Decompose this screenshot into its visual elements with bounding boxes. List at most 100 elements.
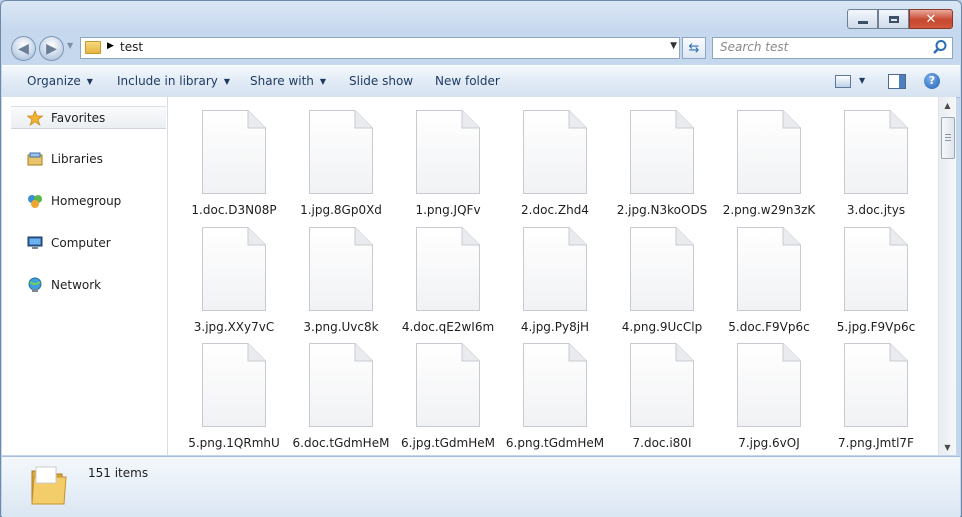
refresh-button[interactable]: ⇆	[682, 37, 706, 59]
search-input[interactable]: Search test	[720, 40, 788, 54]
scroll-up-icon[interactable]: ▲	[939, 97, 956, 113]
file-item[interactable]: 6.jpg.tGdmHeM	[382, 330, 495, 450]
document-icon	[202, 110, 266, 194]
organize-menu[interactable]: Organize ▼	[27, 74, 93, 88]
preview-pane-icon[interactable]	[888, 74, 906, 89]
document-icon	[630, 227, 694, 311]
back-button[interactable]: ◀	[11, 36, 36, 61]
refresh-icon: ⇆	[688, 40, 700, 56]
explorer-window: ✕ ◀ ▶ ▼ ▶ test ▼ ⇆ Search test Organize ▼…	[0, 0, 962, 517]
file-item[interactable]: 4.png.9UcClp	[596, 214, 706, 334]
sidebar-item-favorites[interactable]: Favorites	[11, 106, 166, 129]
new-folder-button[interactable]: New folder	[435, 74, 500, 88]
navigation-pane: Favorites Libraries Homegroup Computer N…	[2, 97, 168, 455]
file-item[interactable]: 2.png.w29n3zK	[703, 97, 815, 217]
file-item[interactable]: 5.jpg.F9Vp6c	[810, 214, 920, 334]
folder-icon	[31, 466, 67, 505]
chevron-down-icon: ▼	[319, 77, 327, 86]
include-in-library-menu[interactable]: Include in library ▼	[117, 74, 230, 88]
include-in-library-label: Include in library	[117, 74, 218, 88]
sidebar-item-homegroup[interactable]: Homegroup	[11, 190, 166, 211]
chevron-down-icon: ▼	[86, 77, 93, 86]
caption-buttons: ✕	[847, 9, 953, 29]
document-icon	[523, 343, 587, 427]
change-view-icon[interactable]	[835, 75, 851, 88]
file-item[interactable]: 5.png.1QRmhU	[168, 330, 280, 450]
address-bar[interactable]: ▶ test ▼	[80, 37, 680, 59]
sidebar-item-label: Computer	[51, 235, 111, 250]
slide-show-button[interactable]: Slide show	[349, 74, 413, 88]
file-item[interactable]: 2.doc.Zhd4	[489, 97, 599, 217]
file-item[interactable]: 3.jpg.XXy7vC	[168, 214, 278, 334]
document-icon	[309, 110, 373, 194]
document-icon	[737, 343, 801, 427]
sidebar-item-network[interactable]: Network	[11, 274, 166, 295]
file-list: 1.doc.D3N08P 1.jpg.8Gp0Xd 1.png.JQFv 2.doc.…	[168, 97, 938, 455]
document-icon	[523, 110, 587, 194]
file-item[interactable]: 7.jpg.6vOJ	[703, 330, 813, 450]
document-icon	[630, 110, 694, 194]
maximize-button[interactable]	[878, 9, 909, 29]
document-icon	[844, 343, 908, 427]
sidebar-item-libraries[interactable]: Libraries	[11, 148, 166, 169]
breadcrumb-separator-icon[interactable]: ▶	[107, 41, 114, 51]
document-icon	[416, 227, 480, 311]
command-bar: Organize ▼ Include in library ▼ Share with…	[2, 65, 960, 98]
computer-icon	[27, 236, 43, 249]
file-item[interactable]: 4.doc.qE2wI6m	[382, 214, 494, 334]
file-name: 7.png.Jmtl7F	[838, 436, 914, 450]
maximize-icon	[888, 15, 899, 23]
file-item[interactable]: 3.png.Uvc8k	[275, 214, 385, 334]
back-arrow-icon: ◀	[18, 40, 29, 57]
share-with-menu[interactable]: Share with ▼	[250, 74, 326, 88]
document-icon	[844, 227, 908, 311]
file-item[interactable]: 1.jpg.8Gp0Xd	[275, 97, 385, 217]
document-icon	[416, 343, 480, 427]
file-item[interactable]: 4.jpg.Py8jH	[489, 214, 599, 334]
file-item[interactable]: 1.doc.D3N08P	[168, 97, 278, 217]
file-item[interactable]: 6.doc.tGdmHeM	[275, 330, 389, 450]
scroll-down-icon[interactable]: ▼	[939, 439, 956, 455]
folder-icon	[85, 41, 101, 54]
document-icon	[844, 110, 908, 194]
forward-button[interactable]: ▶	[39, 36, 64, 61]
sidebar-item-label: Network	[51, 277, 102, 292]
view-options-dropdown[interactable]: ▼	[859, 76, 865, 85]
network-icon	[28, 277, 42, 292]
document-icon	[202, 227, 266, 311]
document-icon	[523, 227, 587, 311]
sidebar-item-label: Favorites	[51, 110, 106, 125]
recent-pages-dropdown[interactable]: ▼	[67, 41, 73, 50]
close-icon: ✕	[925, 11, 937, 27]
file-item[interactable]: 1.png.JQFv	[382, 97, 492, 217]
vertical-scrollbar[interactable]: ▲ ▼	[938, 97, 956, 455]
file-item[interactable]: 7.png.Jmtl7F	[810, 330, 920, 450]
forward-arrow-icon: ▶	[46, 40, 57, 57]
file-item[interactable]: 6.png.tGdmHeM	[489, 330, 604, 450]
search-icon[interactable]	[932, 39, 948, 55]
file-item[interactable]: 3.doc.jtys	[810, 97, 920, 217]
search-box[interactable]: Search test	[712, 37, 953, 59]
details-pane: 151 items	[2, 456, 960, 517]
scrollbar-thumb[interactable]	[941, 117, 955, 159]
minimize-button[interactable]	[847, 9, 878, 29]
file-item[interactable]: 5.doc.F9Vp6c	[703, 214, 813, 334]
address-dropdown[interactable]: ▼	[670, 41, 677, 51]
sidebar-item-label: Libraries	[51, 151, 103, 166]
document-icon	[309, 343, 373, 427]
document-icon	[202, 343, 266, 427]
close-button[interactable]: ✕	[909, 9, 953, 29]
library-icon	[27, 152, 43, 165]
sidebar-item-label: Homegroup	[51, 193, 122, 208]
sidebar-item-computer[interactable]: Computer	[11, 232, 166, 253]
help-icon[interactable]: ?	[924, 73, 940, 89]
chevron-down-icon: ▼	[223, 77, 231, 86]
document-icon	[416, 110, 480, 194]
share-with-label: Share with	[250, 74, 314, 88]
breadcrumb-current[interactable]: test	[120, 40, 143, 54]
file-item[interactable]: 2.jpg.N3koODS	[596, 97, 707, 217]
item-count: 151 items	[88, 466, 149, 480]
document-icon	[309, 227, 373, 311]
file-item[interactable]: 7.doc.i80I	[596, 330, 706, 450]
document-icon	[630, 343, 694, 427]
